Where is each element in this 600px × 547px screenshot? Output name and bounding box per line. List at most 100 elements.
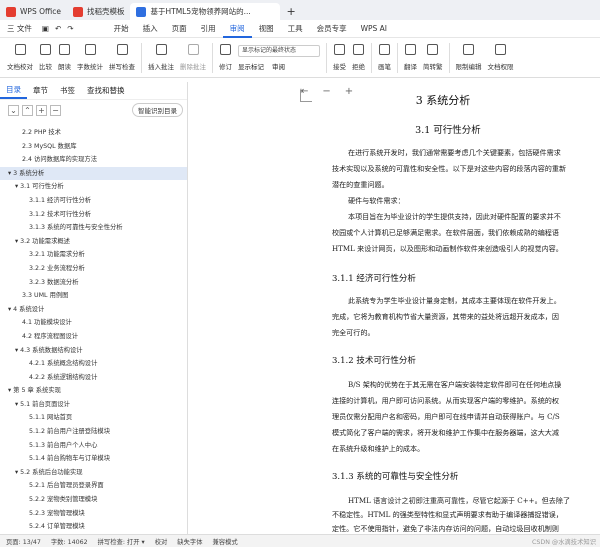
tab-template[interactable]: 找稻壳模板: [67, 3, 131, 20]
smart-toc-button[interactable]: 智能识别目录: [132, 103, 183, 117]
toc-item[interactable]: ▾ 5.1 前台页面设计: [0, 398, 187, 412]
show-markup-button[interactable]: 显示标记: [238, 61, 264, 71]
toc-item[interactable]: 2.4 访问数据库的实现方法: [0, 153, 187, 167]
paragraph-line: 连接的计算机，用户即可访问系统。从而实现客户端的零维护。系统的权: [332, 396, 559, 405]
toc-list: 2.2 PHP 技术 2.3 MySQL 数据库 2.4 访问数据库的实现方法 ▾ 3…: [0, 120, 187, 534]
read-aloud-icon: [59, 44, 70, 55]
toc-item[interactable]: 5.1.4 前台购物车与订单模块: [0, 452, 187, 466]
delete-comment-button[interactable]: 删除批注: [180, 44, 206, 71]
reject-button[interactable]: 拒绝: [352, 44, 365, 71]
paragraph-line: HTML 来设计网页，以及图形和动画制作软件来创造吸引人的视觉内容。: [332, 244, 563, 253]
markup-state-select[interactable]: 显示标记的最终状态: [238, 44, 320, 57]
paragraph-line: 定性。它不使用指针，避免了非法内存访问的问题，自动垃圾回收机制则: [332, 524, 559, 533]
new-tab-button[interactable]: +: [280, 3, 301, 20]
toc-item[interactable]: ▾ 5.2 系统后台功能实现: [0, 466, 187, 480]
menu-review[interactable]: 审阅: [222, 20, 252, 38]
toc-item[interactable]: 3.2.3 数据流分析: [0, 276, 187, 290]
toc-item[interactable]: 4.2.2 系统逻辑结构设计: [0, 371, 187, 385]
paragraph-line: 在系统升级和维护上的成本。: [332, 444, 425, 453]
toc-item[interactable]: 5.2.1 后台管理员登录界面: [0, 479, 187, 493]
word-count-button[interactable]: 字数统计: [77, 44, 103, 71]
toc-item[interactable]: 3.1.1 经济可行性分析: [0, 194, 187, 208]
toc-item[interactable]: ▾ 3.1 可行性分析: [0, 180, 187, 194]
toc-item[interactable]: ▾ 4 系统设计: [0, 303, 187, 317]
doc-icon: [136, 6, 147, 17]
remove-icon[interactable]: −: [50, 104, 61, 116]
proofread-status[interactable]: 校对: [155, 537, 168, 546]
pen-button[interactable]: 画笔: [378, 44, 391, 71]
paragraph-line: 完成，它将为教育机构节省大量资源，其带来的益处将远超开发成本，因: [332, 312, 559, 321]
tab-document[interactable]: 基于HTML5宠物领养网站的...: [130, 3, 281, 20]
menu-wps-ai[interactable]: WPS AI: [354, 24, 394, 33]
tab-find-replace[interactable]: 查找和替换: [81, 85, 131, 96]
toc-item[interactable]: 5.2.2 宠物类别管理模块: [0, 493, 187, 507]
track-changes-button[interactable]: 修订: [219, 44, 232, 71]
redo-icon[interactable]: ↷: [64, 24, 76, 33]
pen-icon: [379, 44, 390, 55]
compare-icon: [40, 44, 51, 55]
toc-item[interactable]: 2.2 PHP 技术: [0, 126, 187, 140]
menu-home[interactable]: 开始: [107, 23, 136, 34]
nav-tabs: 目录 章节 书签 查找和替换: [0, 82, 187, 100]
menu-view[interactable]: 视图: [252, 23, 281, 34]
undo-icon[interactable]: ↶: [52, 24, 64, 33]
zoom-out-icon[interactable]: −: [322, 86, 330, 97]
toc-item[interactable]: 3.2.1 功能需求分析: [0, 248, 187, 262]
menu-insert[interactable]: 插入: [136, 23, 165, 34]
paragraph-line: HTML 语言设计之初即注重高可靠性，尽管它起源于 C++。但去除了: [348, 496, 571, 505]
spell-check-button[interactable]: 拼写检查: [109, 44, 135, 71]
toc-item[interactable]: 3.1.2 技术可行性分析: [0, 208, 187, 222]
toc-item[interactable]: 5.2.4 订单管理模块: [0, 520, 187, 534]
tab-chapter[interactable]: 章节: [27, 85, 54, 96]
toc-item[interactable]: ▾ 3.2 功能需求概述: [0, 235, 187, 249]
toc-item[interactable]: 5.1.2 前台用户注册登陆模块: [0, 425, 187, 439]
watermark: CSDN @水滴技术知识: [531, 538, 596, 546]
read-aloud-button[interactable]: 朗读: [58, 44, 71, 71]
tab-wps-office[interactable]: WPS Office: [0, 3, 67, 20]
toc-item[interactable]: 2.3 MySQL 数据库: [0, 140, 187, 154]
tab-toc[interactable]: 目录: [0, 82, 27, 99]
review-pane-button[interactable]: 审阅: [272, 61, 285, 71]
missing-font-status[interactable]: 缺失字体: [177, 537, 202, 546]
toc-item[interactable]: 3.3 UML 用例图: [0, 289, 187, 303]
divider: [397, 42, 398, 73]
toc-item[interactable]: 4.1 功能模块设计: [0, 316, 187, 330]
proofread-button[interactable]: 文档校对: [7, 44, 33, 71]
document-permission-button[interactable]: 文档权限: [488, 44, 514, 71]
wps-logo-icon: [6, 6, 16, 17]
toc-item[interactable]: 4.2 程序流程图设计: [0, 330, 187, 344]
convert-icon: [427, 44, 439, 55]
delete-comment-icon: [187, 44, 199, 55]
restrict-editing-button[interactable]: 限制编辑: [456, 44, 482, 71]
menu-page[interactable]: 页面: [165, 23, 194, 34]
simplified-traditional-button[interactable]: 简转繁: [423, 44, 443, 71]
toc-item[interactable]: ▾ 4.3 系统数据结构设计: [0, 344, 187, 358]
toc-item[interactable]: ▾ 第 5 章 系统实现: [0, 384, 187, 398]
toc-toolbar: ⌄ ⌃ + − 智能识别目录: [0, 100, 187, 120]
menu-file[interactable]: 三 文件: [0, 23, 39, 34]
translate-button[interactable]: 翻译: [404, 44, 417, 71]
toc-item[interactable]: 3.2.2 业务流程分析: [0, 262, 187, 276]
toc-item[interactable]: 3.1.3 系统的可靠性与安全性分析: [0, 221, 187, 235]
toc-item[interactable]: 5.1.3 前台用户个人中心: [0, 439, 187, 453]
toc-item[interactable]: 5.1.1 网站首页: [0, 411, 187, 425]
word-count[interactable]: 字数: 14062: [51, 537, 88, 546]
menu-reference[interactable]: 引用: [194, 23, 223, 34]
insert-comment-button[interactable]: 插入批注: [148, 44, 174, 71]
toc-item[interactable]: ▾ 3 系统分析: [0, 166, 187, 181]
save-icon[interactable]: ▣: [39, 24, 52, 33]
page-indicator[interactable]: 页面: 13/47: [6, 537, 41, 546]
toc-item[interactable]: 4.2.1 系统概念结构设计: [0, 357, 187, 371]
collapse-icon[interactable]: ⌄: [8, 104, 19, 116]
reject-icon: [353, 44, 364, 55]
toc-item[interactable]: 5.2.3 宠物管理模块: [0, 507, 187, 521]
menu-tools[interactable]: 工具: [281, 23, 310, 34]
accept-button[interactable]: 接受: [333, 44, 346, 71]
compare-button[interactable]: 比较: [39, 44, 52, 71]
add-icon[interactable]: +: [36, 104, 47, 116]
expand-icon[interactable]: ⌃: [22, 104, 33, 116]
spell-check-toggle[interactable]: 拼写检查: 打开 ▾: [98, 537, 145, 546]
menu-member[interactable]: 会员专享: [310, 23, 354, 34]
tab-bookmark[interactable]: 书签: [54, 85, 81, 96]
paragraph-line: 此系统专为学生毕业设计量身定制，其成本主要体现在软件开发上。: [348, 296, 561, 305]
